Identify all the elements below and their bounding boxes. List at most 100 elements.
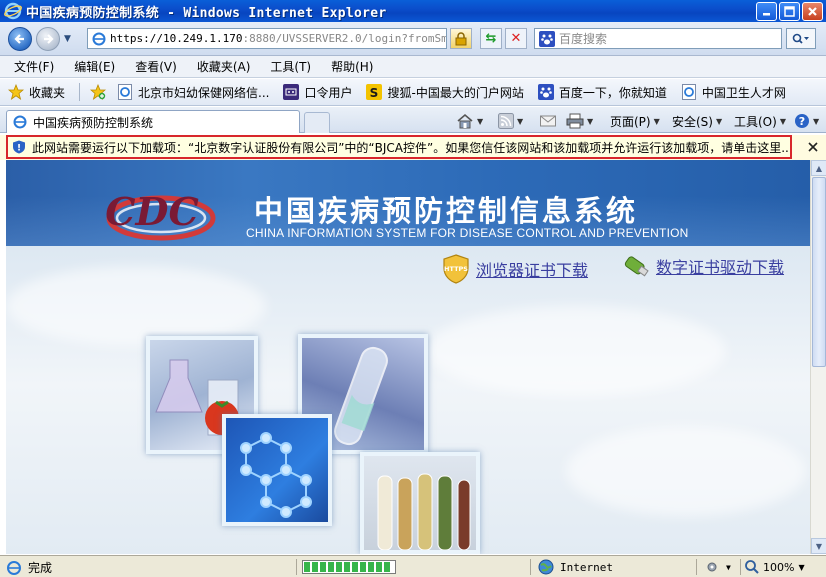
usb-key-icon [624,256,649,277]
home-button[interactable]: ▼ [456,111,483,131]
zoom-level: 100% [763,560,795,574]
scroll-down-button[interactable]: ▼ [811,538,826,554]
https-badge-text: HTTPS [444,265,468,273]
progress-block [376,562,382,572]
forward-arrow-icon [44,34,54,44]
search-button[interactable] [786,28,816,49]
help-button[interactable]: ? ▼ [794,111,819,131]
favorites-bar: 收藏夹 北京市妇幼保健网络信... 口令用户 S 搜狐-中国最大的门户网站 百度… [0,79,826,106]
protected-mode-button[interactable]: ▼ [704,559,731,575]
close-window-button[interactable] [802,1,823,21]
url-path-text: :8880/UVSSERVER2.0/login?fromSmp=t [242,32,447,45]
address-input[interactable]: https://10.249.1.170:8880/UVSSERVER2.0/l… [87,28,447,49]
read-mail-button[interactable] [540,111,556,131]
globe-icon [538,559,554,575]
chevron-down-icon: ▼ [715,116,723,126]
safety-menu-button[interactable]: 安全(S) ▼ [672,111,722,131]
ie-page-icon [13,115,27,129]
home-icon [457,113,473,129]
key-icon [283,84,300,100]
refresh-button[interactable]: ⇆ [480,28,502,49]
chevron-down-icon: ▼ [815,541,823,551]
addon-info-bar[interactable]: ! 此网站需要运行以下加载项：“北京数字认证股份有限公司”中的“BJCA控件”。… [6,135,792,159]
chevron-up-icon: ▲ [815,163,823,173]
search-icon [792,33,809,44]
status-text-area: 完成 [6,559,52,576]
print-button[interactable]: ▼ [566,111,593,131]
menu-tools[interactable]: 工具(T) [270,58,311,75]
menu-help[interactable]: 帮助(H) [331,58,373,75]
maximize-button[interactable] [779,1,800,21]
progress-block [320,562,326,572]
system-title-cn: 中国疾病预防控制信息系统 [254,194,639,228]
printer-icon [566,113,584,129]
favorite-link-sohu[interactable]: S 搜狐-中国最大的门户网站 [366,84,524,101]
page-menu-button[interactable]: 页面(P) ▼ [610,111,660,131]
chevron-down-icon: ▼ [779,116,786,126]
cert-driver-download-link[interactable]: 数字证书驱动下载 [622,254,784,278]
browser-cert-download-label: 浏览器证书下载 [476,261,589,280]
tab-label: 中国疾病预防控制系统 [33,115,154,130]
favorite-link-beijing-maternal[interactable]: 北京市妇幼保健网络信... [117,84,269,101]
stop-button[interactable]: ✕ [505,28,527,49]
svg-text:?: ? [799,115,805,128]
tools-menu-label: 工具(O) [734,114,777,129]
tab-current-page[interactable]: 中国疾病预防控制系统 [6,110,300,133]
favorites-center-button[interactable]: 收藏夹 [8,84,65,101]
progress-block [328,562,334,572]
scroll-up-button[interactable]: ▲ [811,160,826,176]
security-zone[interactable]: Internet [538,559,613,575]
browser-cert-download-link[interactable]: HTTPS 浏览器证书下载 [442,254,588,284]
favorites-divider [79,83,81,101]
favorite-link-password-user[interactable]: 口令用户 [283,84,352,101]
svg-text:!: ! [17,144,21,154]
progress-block [304,562,310,572]
search-placeholder: 百度搜索 [559,32,608,46]
favorite-link-baidu[interactable]: 百度一下，你就知道 [537,84,667,101]
new-tab-button[interactable] [304,112,330,133]
favorite-link-health-talent[interactable]: 中国卫生人才网 [681,84,786,101]
feeds-button[interactable]: ▼ [498,111,523,131]
cloud-decoration [426,306,726,396]
ie-logo-icon [4,2,22,20]
ie-page-icon [681,84,697,100]
window-title: 中国疾病预防控制系统 - Windows Internet Explorer [26,5,387,21]
system-title-en: CHINA INFORMATION SYSTEM FOR DISEASE CON… [246,226,689,240]
security-zone-label: Internet [560,560,613,574]
maximize-icon [784,5,795,17]
status-divider [696,559,697,575]
https-shield-icon: HTTPS [443,254,469,284]
scrollbar-thumb[interactable] [812,177,826,367]
menu-favorites[interactable]: 收藏夹(A) [197,58,251,75]
molecule-illustration [240,432,312,518]
minimize-button[interactable] [756,1,777,21]
help-icon: ? [795,114,809,128]
safety-menu-label: 安全(S) [672,114,713,129]
zoom-control[interactable]: 100% ▼ [744,559,805,575]
address-toolbar: ▼ https://10.249.1.170:8880/UVSSERVER2.0… [0,22,826,56]
info-bar-message: 此网站需要运行以下加载项：“北京数字认证股份有限公司”中的“BJCA控件”。如果… [32,140,792,155]
info-bar-close-button[interactable] [806,139,820,155]
security-report-button[interactable] [450,28,472,49]
sohu-icon: S [366,84,383,100]
recent-pages-dropdown[interactable]: ▼ [64,34,74,44]
menu-edit[interactable]: 编辑(E) [74,58,115,75]
menu-bar: 文件(F) 编辑(E) 查看(V) 收藏夹(A) 工具(T) 帮助(H) [0,56,826,78]
ie-page-icon [92,32,106,45]
menu-file[interactable]: 文件(F) [14,58,54,75]
close-icon [808,6,817,16]
zoom-magnifier-icon [745,560,759,574]
add-favorite-button[interactable] [90,84,111,100]
grain-tubes-photo [360,452,480,554]
cloud-decoration [6,266,266,346]
progress-block [360,562,366,572]
forward-button[interactable] [36,27,60,51]
tools-menu-button[interactable]: 工具(O) ▼ [734,111,786,131]
search-input[interactable]: 百度搜索 [534,28,782,49]
shield-warning-icon: ! [13,140,25,154]
menu-view[interactable]: 查看(V) [135,58,177,75]
back-button[interactable] [8,27,32,51]
vertical-scrollbar[interactable]: ▲ ▼ [810,160,826,554]
progress-block [312,562,318,572]
status-divider [296,559,297,575]
